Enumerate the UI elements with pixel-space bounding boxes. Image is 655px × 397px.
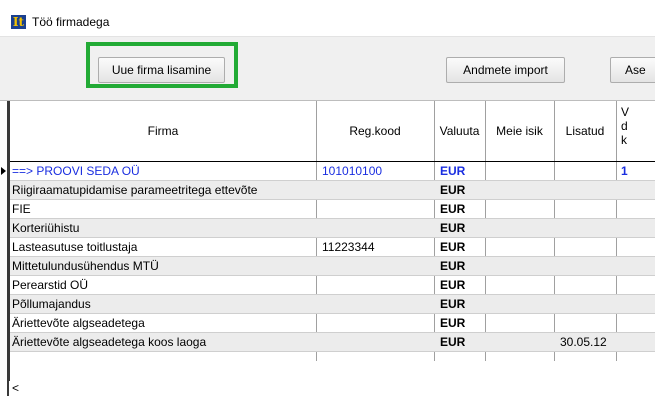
cell-meie-isik <box>485 219 551 238</box>
table-row[interactable]: FIE EUR <box>10 200 655 219</box>
column-header-valuuta[interactable]: Valuuta <box>434 101 485 161</box>
column-header-partial-line2: d <box>621 119 628 133</box>
cell-firma: Korteriühistu <box>12 221 80 235</box>
horizontal-scrollbar-edge <box>7 380 9 396</box>
cell-meie-isik <box>485 314 551 333</box>
window-title: Töö firmadega <box>32 15 110 29</box>
cell-lisatud <box>560 314 616 333</box>
cell-meie-isik <box>485 238 551 257</box>
cell-lisatud <box>560 162 616 181</box>
cell-reg-kood <box>322 314 434 333</box>
cell-meie-isik <box>485 162 551 181</box>
cell-reg-kood <box>322 200 434 219</box>
cell-reg-kood <box>322 276 434 295</box>
column-header-lisatud[interactable]: Lisatud <box>554 101 616 161</box>
data-import-button[interactable]: Andmete import <box>446 57 565 83</box>
table-row[interactable]: Korteriühistu EUR <box>10 219 655 238</box>
column-header-partial[interactable]: V d k <box>616 101 655 161</box>
cell-reg-kood <box>322 181 434 200</box>
cell-lisatud <box>560 181 616 200</box>
cell-firma: Perearstid OÜ <box>12 278 89 292</box>
table-row[interactable]: Äriettevõte algseadetega koos laoga EUR … <box>10 333 655 352</box>
cell-firma: Mittetulundusühendus MTÜ <box>12 259 159 273</box>
cell-lisatud: 30.05.12 <box>560 335 607 349</box>
table-row[interactable]: Perearstid OÜ EUR <box>10 276 655 295</box>
cell-reg-kood <box>322 333 434 352</box>
cell-meie-isik <box>485 200 551 219</box>
add-company-highlight <box>86 42 238 88</box>
cell-lisatud <box>560 257 616 276</box>
cell-reg-kood: 101010100 <box>322 164 383 178</box>
cell-lisatud <box>560 295 616 314</box>
scroll-left-arrow-icon[interactable]: < <box>12 381 19 395</box>
cell-lisatud <box>560 200 616 219</box>
row-pointer-icon <box>1 167 6 175</box>
cell-lisatud <box>560 238 616 257</box>
cell-meie-isik <box>485 257 551 276</box>
cell-valuuta: EUR <box>440 335 466 349</box>
cell-firma: Riigiraamatupidamise parameetritega ette… <box>12 183 258 197</box>
cell-firma: Lasteasutuse toitlustaja <box>12 240 138 254</box>
cell-valuuta: EUR <box>440 240 466 254</box>
table-row[interactable]: ==> PROOVI SEDA OÜ 101010100 EUR 1 <box>1 162 655 181</box>
cell-firma: Äriettevõte algseadetega koos laoga <box>12 335 207 349</box>
cell-meie-isik <box>485 276 551 295</box>
table-row[interactable]: Lasteasutuse toitlustaja 11223344 EUR <box>10 238 655 257</box>
cell-valuuta: EUR <box>440 297 466 311</box>
cell-meie-isik <box>485 333 551 352</box>
cell-firma: Äriettevõte algseadetega <box>12 316 145 330</box>
table-row[interactable]: Riigiraamatupidamise parameetritega ette… <box>10 181 655 200</box>
table-row[interactable]: Äriettevõte algseadetega EUR <box>10 314 655 333</box>
cell-valuuta: EUR <box>440 316 466 330</box>
table-row[interactable]: Mittetulundusühendus MTÜ EUR <box>10 257 655 276</box>
cell-valuuta: EUR <box>440 259 466 273</box>
partial-toolbar-button[interactable]: Ase <box>610 57 655 83</box>
column-header-partial-line3: k <box>621 133 627 147</box>
cell-firma: FIE <box>12 202 31 216</box>
cell-lisatud <box>560 276 616 295</box>
cell-meie-isik <box>485 295 551 314</box>
cell-valuuta: EUR <box>440 221 466 235</box>
cell-valuuta: EUR <box>440 202 466 216</box>
cell-valuuta: EUR <box>440 278 466 292</box>
cell-meie-isik <box>485 181 551 200</box>
column-header-meie-isik[interactable]: Meie isik <box>485 101 554 161</box>
window-titlebar: It Töö firmadega <box>0 6 655 37</box>
cell-firma: ==> PROOVI SEDA OÜ <box>12 164 140 178</box>
cell-reg-kood <box>322 219 434 238</box>
column-header-reg-kood[interactable]: Reg.kood <box>316 101 434 161</box>
cell-extra: 1 <box>621 164 628 178</box>
cell-reg-kood <box>322 257 434 276</box>
cell-valuuta: EUR <box>440 183 466 197</box>
cell-reg-kood: 11223344 <box>322 240 375 254</box>
cell-lisatud <box>560 219 616 238</box>
column-header-firma[interactable]: Firma <box>10 101 316 161</box>
cell-firma: Põllumajandus <box>12 297 91 311</box>
table-row[interactable]: Põllumajandus EUR <box>10 295 655 314</box>
column-header-partial-line1: V <box>621 105 630 119</box>
app-logo-icon: It <box>11 15 26 29</box>
companies-table: Firma Reg.kood Valuuta Meie isik Lisatud… <box>0 100 655 397</box>
cell-reg-kood <box>322 295 434 314</box>
cell-valuuta: EUR <box>440 164 466 178</box>
